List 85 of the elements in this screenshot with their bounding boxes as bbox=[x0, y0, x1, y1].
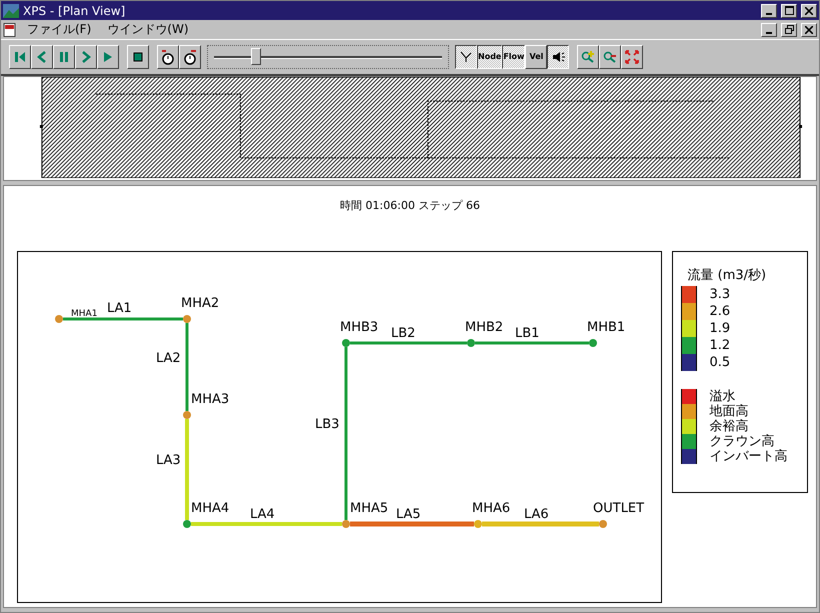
fit-view-button[interactable] bbox=[621, 45, 644, 69]
menu-item[interactable]: ファイル(F) bbox=[21, 21, 98, 38]
node-label: MHA3 bbox=[191, 392, 230, 407]
minimize-button[interactable] bbox=[761, 22, 777, 36]
flow-value: 1.9 bbox=[709, 322, 730, 335]
playback-button[interactable] bbox=[9, 45, 31, 69]
node-label: MHB1 bbox=[587, 320, 626, 335]
close-icon bbox=[805, 6, 813, 14]
document-icon bbox=[3, 22, 17, 36]
link-label: LA2 bbox=[156, 351, 181, 366]
zoom-in-button[interactable] bbox=[577, 45, 600, 69]
manhole-node[interactable] bbox=[55, 315, 63, 323]
slider-thumb[interactable] bbox=[251, 48, 262, 65]
node-label: MHA5 bbox=[350, 501, 388, 516]
flow-value: 3.3 bbox=[709, 288, 730, 301]
zoom-out-button[interactable] bbox=[599, 45, 622, 69]
stop-button[interactable] bbox=[127, 45, 149, 69]
menu-item[interactable]: ウインドウ(W) bbox=[101, 21, 194, 38]
link-label: LA3 bbox=[156, 453, 181, 468]
close-icon bbox=[805, 26, 813, 34]
playback-button[interactable] bbox=[53, 45, 75, 69]
node-label: OUTLET bbox=[593, 501, 644, 516]
node-label: MHA2 bbox=[181, 296, 220, 311]
state-label: 地面高 bbox=[709, 405, 748, 418]
link-label: LA1 bbox=[107, 301, 132, 316]
cursor-icon bbox=[459, 50, 473, 64]
manhole-node[interactable] bbox=[183, 411, 191, 419]
flow-value: 0.5 bbox=[709, 356, 730, 369]
playback-button[interactable] bbox=[75, 45, 97, 69]
link-label: LA6 bbox=[524, 507, 549, 522]
stopwatch-icon bbox=[182, 49, 198, 65]
stop-icon bbox=[131, 50, 145, 64]
state-label: インバート高 bbox=[709, 450, 788, 463]
close-button[interactable] bbox=[801, 4, 817, 18]
stopwatch-icon bbox=[160, 49, 176, 65]
node-label: MHA6 bbox=[472, 501, 510, 516]
manhole-node[interactable] bbox=[474, 520, 482, 528]
speaker-icon bbox=[551, 50, 566, 64]
state-label: 溢水 bbox=[709, 390, 736, 403]
link-label: LB1 bbox=[515, 326, 540, 341]
node-label: MHA1 bbox=[71, 309, 98, 319]
time-step-label: 時間 01:06:00 ステップ 66 bbox=[340, 198, 480, 213]
legend-title: 流量 (m3/秒) bbox=[687, 267, 768, 284]
minimize-button[interactable] bbox=[761, 4, 777, 18]
close-button[interactable] bbox=[801, 22, 817, 36]
timer-button[interactable] bbox=[157, 45, 179, 69]
app-icon bbox=[3, 4, 19, 18]
node-label: MHB3 bbox=[340, 320, 378, 335]
manhole-node[interactable] bbox=[589, 339, 597, 347]
window-title: XPS - [Plan View] bbox=[23, 4, 126, 18]
timer-button[interactable] bbox=[179, 45, 201, 69]
minimize-icon bbox=[766, 32, 772, 34]
node-label: MHA4 bbox=[191, 501, 230, 516]
pause-icon bbox=[57, 50, 71, 64]
link-label: LB3 bbox=[315, 417, 340, 432]
node-label: MHB2 bbox=[465, 320, 504, 335]
view-toggle-button[interactable] bbox=[455, 45, 477, 69]
skip-back-icon bbox=[13, 50, 27, 64]
link-label: LB2 bbox=[391, 326, 416, 341]
manhole-node[interactable] bbox=[342, 520, 350, 528]
restore-button[interactable] bbox=[781, 22, 797, 36]
view-toggle-button[interactable]: Flow bbox=[502, 45, 526, 69]
maximize-icon bbox=[784, 6, 794, 15]
state-label: クラウン高 bbox=[709, 435, 774, 448]
view-toggle-button[interactable]: Node bbox=[477, 45, 502, 69]
maximize-button[interactable] bbox=[781, 4, 797, 18]
expand-arrows-icon bbox=[625, 50, 640, 64]
minimize-icon bbox=[766, 12, 772, 14]
zoom-out-icon bbox=[603, 50, 618, 64]
flow-value: 2.6 bbox=[709, 305, 730, 318]
manhole-node[interactable] bbox=[183, 315, 191, 323]
manhole-node[interactable] bbox=[599, 520, 607, 528]
playback-button[interactable] bbox=[31, 45, 53, 69]
playback-button[interactable] bbox=[97, 45, 119, 69]
state-label: 余裕高 bbox=[709, 420, 748, 433]
restore-icon bbox=[784, 25, 794, 34]
zoom-in-icon bbox=[581, 50, 596, 64]
link-label: LA5 bbox=[396, 507, 421, 522]
flow-value: 1.2 bbox=[709, 339, 730, 352]
view-toggle-button[interactable]: Vel bbox=[525, 45, 548, 69]
manhole-node[interactable] bbox=[342, 339, 350, 347]
view-toggle-button[interactable] bbox=[547, 45, 570, 69]
manhole-node[interactable] bbox=[183, 520, 191, 528]
manhole-node[interactable] bbox=[467, 339, 475, 347]
link-label: LA4 bbox=[250, 507, 275, 522]
